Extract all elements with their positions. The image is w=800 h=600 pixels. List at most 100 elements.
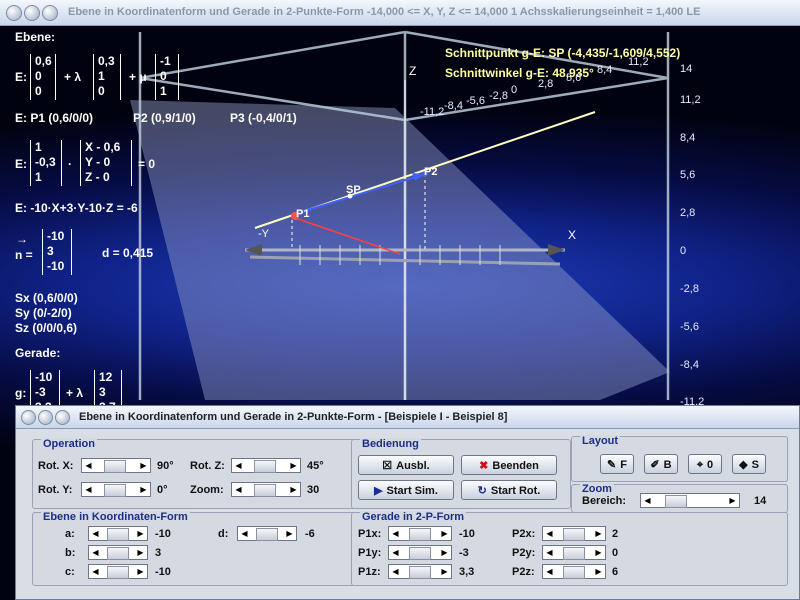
main-titlebar: Ebene in Koordinatenform und Gerade in 2…	[0, 0, 800, 26]
c-value: -10	[155, 566, 171, 578]
slider-right-icon: ▶	[290, 461, 297, 470]
plane-heading: Ebene:	[15, 30, 56, 44]
rotx-slider[interactable]: ◀ ▶	[81, 458, 151, 473]
distance-text: d = 0,415	[102, 246, 154, 260]
dialog-close-icon[interactable]	[21, 410, 36, 425]
p2x-value: 2	[612, 528, 619, 540]
normal-label: n =	[15, 248, 33, 262]
vector-v1: 0,6 0 0	[30, 54, 56, 100]
vector-v3: -1 0 1	[155, 54, 179, 100]
close-icon[interactable]	[6, 5, 22, 21]
x-axis-arrow	[548, 244, 565, 256]
window-title: Ebene in Koordinatenform und Gerade in 2…	[68, 6, 701, 18]
slider-left-icon: ◀	[235, 461, 242, 470]
zoom-slider[interactable]: ◀ ▶	[231, 482, 301, 497]
rotz-slider[interactable]: ◀ ▶	[231, 458, 301, 473]
d-slider[interactable]: ◀ ▶	[237, 526, 297, 541]
brush-icon: ✐	[650, 459, 660, 471]
start-rot-button[interactable]: ↻ Start Rot.	[461, 480, 557, 500]
rotz-value: 45°	[307, 460, 324, 472]
g-prefix: g:	[15, 386, 27, 400]
pen-icon: ✎	[607, 459, 617, 471]
layout-f-button[interactable]: ✎ F	[600, 454, 634, 474]
bereich-slider[interactable]: ◀ ▶	[640, 493, 740, 508]
rotx-value: 90°	[157, 460, 174, 472]
x-axis-label: X	[568, 228, 577, 242]
p1z-value: 3,3	[459, 566, 475, 578]
dialog-titlebar: Ebene in Koordinatenform und Gerade in 2…	[16, 406, 799, 429]
origin-icon: ⌖	[696, 459, 704, 471]
slider-right-icon: ▶	[595, 567, 602, 576]
p1x-value: -10	[459, 528, 475, 540]
slider-left-icon: ◀	[546, 529, 553, 538]
z-axis-label: Z	[409, 64, 417, 78]
dialog-minimize-icon[interactable]	[38, 410, 53, 425]
maximize-icon[interactable]	[42, 5, 58, 21]
minimize-icon[interactable]	[24, 5, 40, 21]
slider-right-icon: ▶	[140, 485, 147, 494]
box-edge	[404, 76, 669, 122]
c-slider[interactable]: ◀ ▶	[88, 564, 148, 579]
slider-right-icon: ▶	[595, 548, 602, 557]
dialog-maximize-icon[interactable]	[55, 410, 70, 425]
zoom-value: 30	[307, 484, 320, 496]
layout-group: Layout ✎ F ✐ B ⌖ 0 ◆ S	[571, 435, 788, 482]
slider-right-icon: ▶	[137, 567, 144, 576]
ebene-group: Ebene in Koordinaten-Form a: ◀ ▶ -10 d: ◀…	[32, 511, 356, 586]
play-icon: ▶	[374, 485, 383, 497]
bereich-value: 14	[754, 495, 767, 507]
layout-0-button[interactable]: ⌖ 0	[688, 454, 722, 474]
eraser-icon: ◆	[739, 459, 748, 471]
p2x-slider[interactable]: ◀ ▶	[542, 526, 606, 541]
layout-s-button[interactable]: ◆ S	[732, 454, 766, 474]
d-value: -6	[305, 528, 315, 540]
line-heading: Gerade:	[15, 346, 61, 360]
roty-slider[interactable]: ◀ ▶	[81, 482, 151, 497]
slider-left-icon: ◀	[92, 567, 99, 576]
slider-left-icon: ◀	[85, 461, 92, 470]
slider-left-icon: ◀	[392, 567, 399, 576]
trace-sz: Sz (0/0/0,6)	[15, 321, 78, 335]
layout-b-button[interactable]: ✐ B	[644, 454, 678, 474]
normal-vector-2: -10 3 -10	[42, 229, 72, 275]
rotate-icon: ↻	[477, 485, 487, 497]
control-dialog: Ebene in Koordinatenform und Gerade in 2…	[15, 405, 800, 600]
p2y-slider[interactable]: ◀ ▶	[542, 545, 606, 560]
points-prefix: E: P1 (0,6/0/0)	[15, 111, 94, 125]
trace-sx: Sx (0,6/0/0)	[15, 291, 78, 305]
slider-right-icon: ▶	[290, 485, 297, 494]
gerade-group: Gerade in 2-P-Form P1x: ◀ ▶ -10 P2x: ◀ ▶ 2…	[351, 511, 788, 586]
hide-icon: ☒	[382, 460, 393, 472]
param-prefix: E:	[15, 70, 27, 84]
p1x-slider[interactable]: ◀ ▶	[388, 526, 452, 541]
p1y-value: -3	[459, 547, 469, 559]
slider-left-icon: ◀	[92, 529, 99, 538]
normal-vector: 1 -0,3 1	[30, 140, 62, 186]
p2y-value: 0	[612, 547, 619, 559]
ausbl-button[interactable]: ☒ Ausbl.	[358, 455, 454, 475]
p1z-slider[interactable]: ◀ ▶	[388, 564, 452, 579]
sp-label: SP	[346, 184, 361, 196]
slider-right-icon: ▶	[729, 496, 736, 505]
b-value: 3	[155, 547, 162, 559]
slider-right-icon: ▶	[137, 548, 144, 557]
b-slider[interactable]: ◀ ▶	[88, 545, 148, 560]
box-edge	[139, 30, 406, 80]
slider-right-icon: ▶	[441, 529, 448, 538]
beenden-button[interactable]: ✖ Beenden	[461, 455, 557, 475]
slider-right-icon: ▶	[137, 529, 144, 538]
bedienung-group: Bedienung ☒ Ausbl. ✖ Beenden ▶ Start Sim. ↻…	[351, 438, 571, 509]
slider-left-icon: ◀	[235, 485, 242, 494]
y-axis-label: -Y	[258, 228, 269, 240]
slider-left-icon: ◀	[392, 548, 399, 557]
slider-left-icon: ◀	[546, 548, 553, 557]
p1y-slider[interactable]: ◀ ▶	[388, 545, 452, 560]
p2z-value: 6	[612, 566, 619, 578]
slider-left-icon: ◀	[92, 548, 99, 557]
a-slider[interactable]: ◀ ▶	[88, 526, 148, 541]
zoom-group: Zoom Bereich: ◀ ▶ 14	[571, 483, 788, 513]
start-sim-button[interactable]: ▶ Start Sim.	[358, 480, 454, 500]
slider-left-icon: ◀	[644, 496, 651, 505]
p2z-slider[interactable]: ◀ ▶	[542, 564, 606, 579]
a-value: -10	[155, 528, 171, 540]
